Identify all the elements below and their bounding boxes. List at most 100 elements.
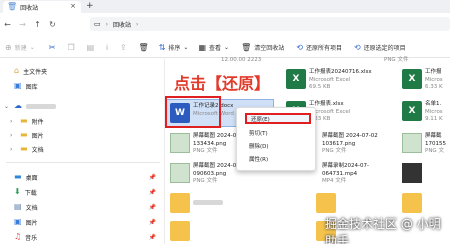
file-type: MP4 文件 — [322, 178, 347, 184]
file-item-png[interactable]: 屏幕截图 2024-07-02 103617.png PNG 文件 — [322, 133, 378, 155]
breadcrumb-separator-icon: › — [136, 20, 139, 28]
sidebar-item-label: 文档 — [25, 204, 38, 212]
sidebar-item-home[interactable]: ⌂ 主文件夹 — [4, 64, 162, 78]
navigation-pane: ⌂ 主文件夹 ▣ 图库 ⌄ ☁ › ▬ 附件 › ▬ 图片 › ▬ 文档 ▬ 桌… — [0, 59, 165, 244]
folder-icon: ▬ — [20, 116, 28, 125]
refresh-icon[interactable]: ↻ — [45, 20, 60, 29]
sidebar-item-label: 附件 — [31, 118, 44, 126]
pin-icon[interactable]: 📌 — [149, 204, 156, 211]
file-item-mp4[interactable]: 屏幕录制2024-07- 064731.mp4 MP4 文件 — [322, 163, 369, 185]
sidebar-item-label: 图库 — [25, 83, 38, 91]
folder-item[interactable] — [170, 221, 190, 241]
file-item-png[interactable]: 屏幕截 170155 PNG 文 — [402, 133, 446, 155]
sidebar-item-music[interactable]: ♫ 音乐 📌 — [4, 230, 162, 244]
sidebar-item-onedrive[interactable]: ⌄ ☁ — [4, 99, 162, 113]
restore-all-icon: ⟲ — [296, 42, 303, 52]
sidebar-item-pics[interactable]: ▣ 图片 📌 — [4, 215, 162, 229]
chevron-right-icon[interactable]: › — [10, 146, 16, 153]
sidebar-divider — [6, 162, 160, 163]
excel-file-icon: X — [402, 69, 422, 89]
menu-item-restore[interactable]: 还原(E) — [245, 113, 311, 124]
close-tab-icon[interactable]: × — [70, 2, 76, 10]
rename-button[interactable]: Ꭵ — [106, 38, 108, 58]
address-bar[interactable]: ▭ › 回收站 › — [90, 17, 450, 31]
copy-button[interactable]: ❐ — [67, 38, 74, 58]
folder-icon: ▬ — [20, 144, 28, 153]
sidebar-item-gallery[interactable]: ▣ 图库 — [4, 79, 162, 93]
new-button[interactable]: ⊕ 新建 ⌄ — [5, 38, 35, 58]
view-icon: ▦ — [198, 42, 207, 52]
rename-icon: Ꭵ — [106, 42, 108, 52]
folder-icon: ▬ — [20, 130, 28, 139]
paste-button[interactable]: ▤ — [87, 38, 95, 58]
sidebar-item-label: 图片 — [25, 219, 38, 227]
back-icon[interactable]: ← — [0, 20, 15, 29]
forward-icon[interactable]: → — [15, 20, 30, 29]
sidebar-item-docs[interactable]: ▤ 文档 📌 — [4, 200, 162, 214]
video-thumbnail — [402, 163, 422, 183]
pin-icon[interactable]: 📌 — [149, 219, 156, 226]
chevron-right-icon[interactable]: › — [10, 132, 16, 139]
up-icon[interactable]: ↑ — [30, 20, 45, 29]
restore-all-button[interactable]: ⟲ 还原所有项目 — [296, 38, 342, 58]
desktop-icon: ▬ — [14, 172, 22, 181]
folder-item[interactable] — [402, 193, 422, 213]
sidebar-item-label: 文档 — [31, 146, 44, 154]
file-type: Microsoft Excel — [309, 76, 351, 83]
account-name-redacted — [26, 103, 56, 109]
sidebar-item-downloads[interactable]: ⬇ 下载 📌 — [4, 185, 162, 199]
tab-recycle-bin[interactable]: 🗑 回收站 × — [3, 1, 81, 13]
folder-icon — [316, 193, 336, 213]
restore-selected-button[interactable]: ⟲ 还原选定的项目 — [354, 38, 406, 58]
command-bar: ⊕ 新建 ⌄ ✂ ❐ ▤ Ꭵ ⇪ 🗑 ⇅ 排序 ⌄ ▦ 查看 ⌄ 🗑 清空回收站… — [0, 38, 450, 58]
file-subtext: 12.00.00 2223 — [221, 57, 262, 63]
file-item-png[interactable]: 屏幕截图 2024-02 133434.png PNG 文件 — [170, 133, 240, 155]
folder-item[interactable] — [316, 193, 336, 213]
vertical-scrollbar[interactable] — [445, 62, 448, 212]
file-name-line2: 103617.png — [322, 140, 356, 147]
chevron-right-icon[interactable]: › — [10, 118, 16, 125]
image-thumbnail — [402, 133, 422, 153]
new-tab-button[interactable]: + — [86, 1, 94, 11]
sidebar-item-documents[interactable]: › ▬ 文档 — [10, 142, 168, 156]
breadcrumb-separator-icon: › — [105, 20, 109, 28]
music-icon: ♫ — [14, 232, 22, 241]
share-button[interactable]: ⇪ — [120, 38, 127, 58]
breadcrumb-location[interactable]: 回收站 — [113, 20, 131, 29]
file-name: 屏幕截图 2024-02 — [193, 163, 240, 169]
menu-item-delete[interactable]: 删除(D) — [245, 140, 311, 151]
document-icon: ▤ — [14, 202, 22, 211]
file-item-png[interactable]: 屏幕截图 2024-02 090603.png PNG 文件 — [170, 163, 240, 185]
sidebar-item-label: 桌面 — [25, 174, 38, 182]
pin-icon[interactable]: 📌 — [149, 174, 156, 181]
cut-button[interactable]: ✂ — [49, 38, 56, 58]
image-thumbnail — [170, 163, 190, 183]
gallery-icon: ▣ — [14, 81, 22, 90]
file-type: PNG 文 — [425, 148, 444, 154]
file-name: 屏幕截 — [425, 133, 442, 139]
delete-button[interactable]: 🗑 — [139, 38, 149, 58]
sidebar-item-attachments[interactable]: › ▬ 附件 — [10, 114, 168, 128]
empty-recycle-bin-button[interactable]: 🗑 清空回收站 — [241, 38, 284, 58]
sidebar-item-pictures[interactable]: › ▬ 图片 — [10, 128, 168, 142]
file-item[interactable]: X 工作报 Micros 6.33 K — [402, 69, 443, 91]
file-item[interactable]: 12.00.00 2223 — [221, 57, 261, 64]
recycle-bin-icon: 🗑 — [7, 2, 18, 11]
sidebar-item-label: 音乐 — [25, 234, 38, 242]
file-item-xlsx[interactable]: X 工作报表20240716.xlsx Microsoft Excel 69.5… — [286, 69, 372, 91]
chevron-down-icon[interactable]: ⌄ — [4, 103, 10, 110]
tab-title: 回收站 — [20, 4, 39, 12]
pin-icon[interactable]: 📌 — [149, 234, 156, 241]
menu-item-cut[interactable]: 剪切(T) — [245, 127, 311, 138]
excel-file-icon: X — [402, 101, 422, 121]
file-item[interactable]: X 名单1. Micros 9.11 K — [402, 101, 443, 123]
file-item[interactable]: PNG 文件 — [384, 57, 408, 64]
sidebar-item-desktop[interactable]: ▬ 桌面 📌 — [4, 170, 162, 184]
scissors-icon: ✂ — [48, 42, 56, 52]
menu-item-properties[interactable]: 属性(R) — [245, 153, 311, 164]
pin-icon[interactable]: 📌 — [149, 189, 156, 196]
file-item[interactable] — [402, 163, 422, 183]
view-button[interactable]: ▦ 查看 ⌄ — [198, 38, 229, 58]
sort-button[interactable]: ⇅ 排序 ⌄ — [159, 38, 189, 58]
folder-item[interactable] — [170, 193, 223, 213]
